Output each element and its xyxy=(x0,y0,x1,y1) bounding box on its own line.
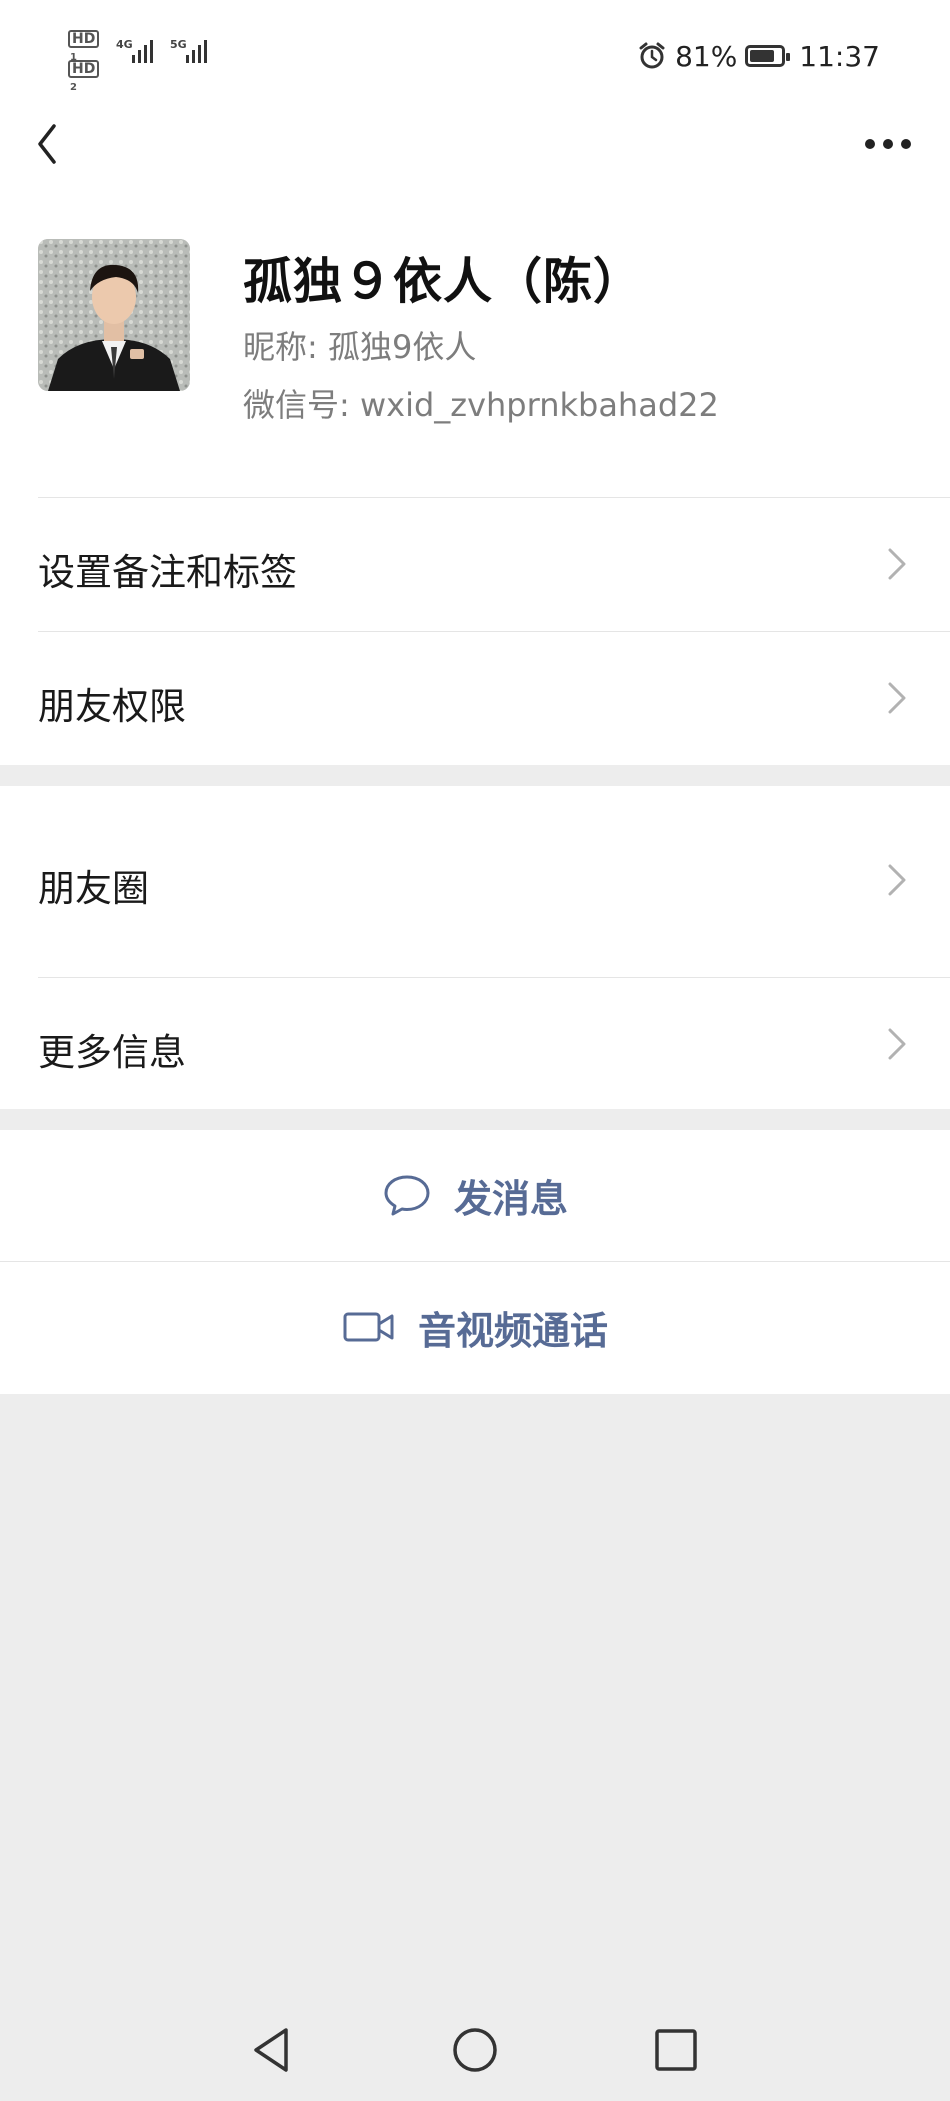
more-info-item[interactable]: 更多信息 xyxy=(0,978,950,1109)
clock: 11:37 xyxy=(799,39,880,73)
battery-icon xyxy=(745,45,791,67)
status-right: 81% 11:37 xyxy=(637,36,880,76)
avatar-photo xyxy=(38,239,190,391)
hd2-indicator: HD2 xyxy=(68,60,100,94)
send-message-button[interactable]: 发消息 xyxy=(0,1130,950,1260)
more-options-button[interactable] xyxy=(856,124,920,164)
send-message-label: 发消息 xyxy=(453,1176,568,1221)
network-type-1: 4G xyxy=(116,38,133,51)
status-bar: HD1 HD2 4G 5G 81% 11:37 xyxy=(0,0,950,110)
video-call-button[interactable]: 音视频通话 xyxy=(0,1262,950,1392)
battery-fill xyxy=(750,50,775,62)
remark-and-tags-item[interactable]: 设置备注和标签 xyxy=(0,498,950,630)
chevron-right-icon xyxy=(888,548,906,580)
hd1-indicator: HD1 xyxy=(68,30,100,64)
nav-back-button[interactable] xyxy=(244,2022,300,2078)
moments-label: 朋友圈 xyxy=(38,867,149,910)
signal-bars-icon xyxy=(186,40,207,63)
avatar[interactable] xyxy=(38,239,190,391)
network-type-2: 5G xyxy=(170,38,187,51)
nav-home-button[interactable] xyxy=(447,2022,503,2078)
chevron-right-icon xyxy=(888,1028,906,1060)
chevron-right-icon xyxy=(888,864,906,896)
chat-bubble-icon xyxy=(384,1175,430,1216)
friend-permissions-label: 朋友权限 xyxy=(38,685,186,728)
moments-item[interactable]: 朋友圈 xyxy=(0,786,950,976)
signal-bars-icon xyxy=(132,40,153,63)
contact-display-name: 孤独９依人（陈） xyxy=(243,253,644,310)
friend-permissions-item[interactable]: 朋友权限 xyxy=(0,632,950,764)
remark-and-tags-label: 设置备注和标签 xyxy=(38,551,297,594)
nav-recents-button[interactable] xyxy=(648,2022,704,2078)
alarm-icon xyxy=(639,42,665,69)
system-navigation-bar xyxy=(0,2000,950,2101)
ellipsis-icon xyxy=(865,139,911,149)
video-camera-icon xyxy=(343,1312,394,1342)
back-button[interactable] xyxy=(26,116,86,176)
video-call-label: 音视频通话 xyxy=(417,1308,608,1353)
square-recents-icon xyxy=(655,2029,697,2071)
contact-wechat-id: 微信号: wxid_zvhprnkbahad22 xyxy=(243,386,719,424)
chevron-right-icon xyxy=(888,682,906,714)
more-info-label: 更多信息 xyxy=(38,1031,186,1074)
battery-percent: 81% xyxy=(675,39,738,73)
triangle-back-icon xyxy=(254,2028,288,2072)
chevron-left-icon xyxy=(38,124,56,164)
circle-home-icon xyxy=(453,2028,497,2072)
contact-nickname: 昵称: 孤独9依人 xyxy=(243,328,477,366)
